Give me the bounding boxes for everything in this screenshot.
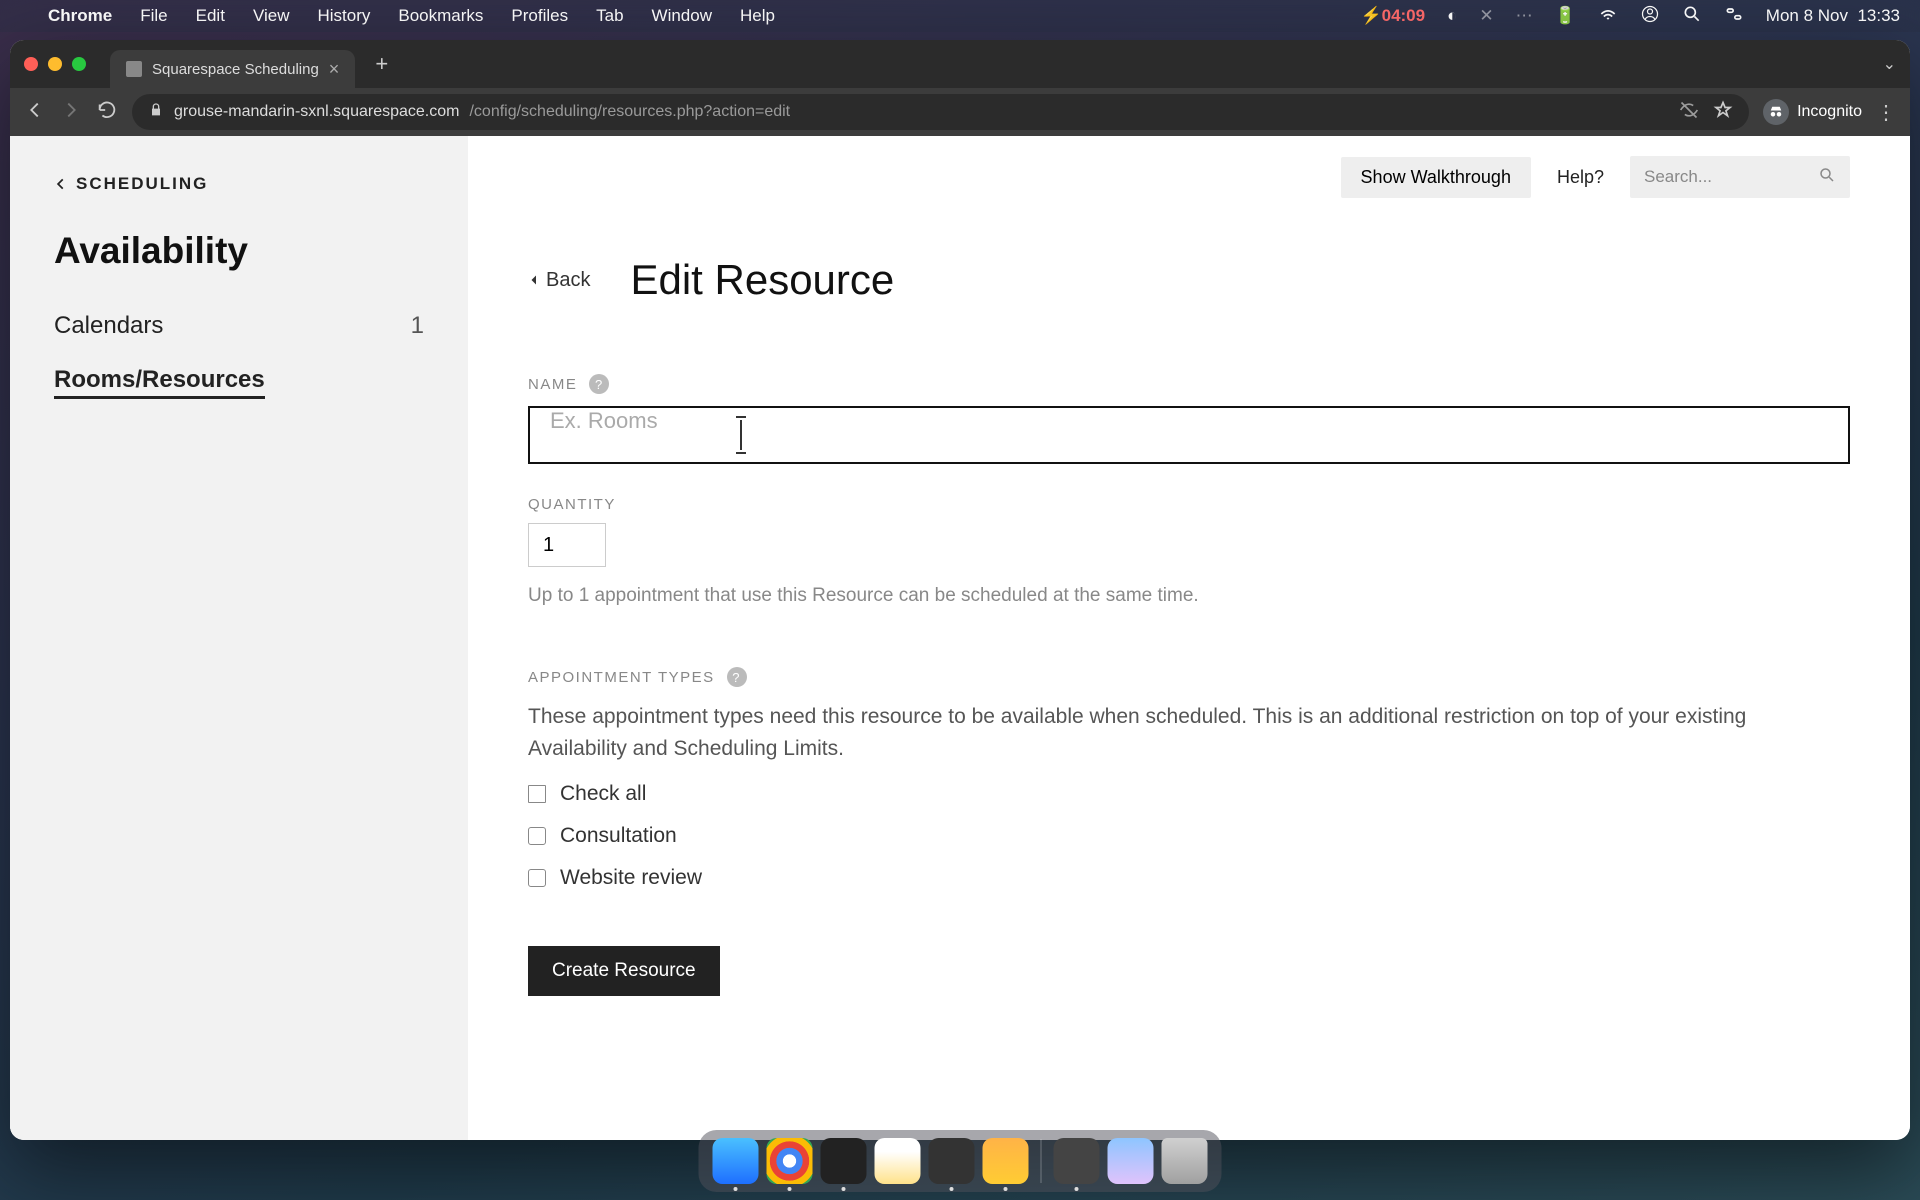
sidebar-item-rooms[interactable]: Rooms/Resources <box>54 366 424 399</box>
check-website-review[interactable]: Website review <box>528 866 1850 890</box>
menu-history[interactable]: History <box>317 6 370 26</box>
status-icon-2[interactable]: ✕ <box>1479 6 1493 26</box>
kebab-menu-icon[interactable]: ⋮ <box>1876 100 1896 125</box>
tabs-menu-icon[interactable]: ⌄ <box>1883 54 1896 74</box>
browser-toolbar: grouse-mandarin-sxnl.squarespace.com/con… <box>10 88 1910 136</box>
help-tooltip-icon[interactable]: ? <box>727 667 747 687</box>
dock-app-2[interactable] <box>1054 1138 1100 1184</box>
back-button[interactable]: Back <box>528 269 590 292</box>
text-cursor-icon <box>740 420 742 450</box>
dock-notes[interactable] <box>875 1138 921 1184</box>
sidebar-item-calendars[interactable]: Calendars 1 <box>54 312 424 340</box>
wifi-icon[interactable] <box>1598 4 1618 29</box>
menu-view[interactable]: View <box>253 6 290 26</box>
quantity-value: 1 <box>543 534 554 557</box>
menubar-date[interactable]: Mon 8 Nov 13:33 <box>1766 6 1900 26</box>
menubar-app[interactable]: Chrome <box>48 6 112 26</box>
incognito-icon <box>1763 99 1789 125</box>
browser-tab[interactable]: Squarespace Scheduling × <box>110 50 355 88</box>
menu-edit[interactable]: Edit <box>196 6 225 26</box>
dock-app-1[interactable] <box>983 1138 1029 1184</box>
address-bar[interactable]: grouse-mandarin-sxnl.squarespace.com/con… <box>132 94 1749 130</box>
appointment-types-label: APPOINTMENT TYPES <box>528 669 715 686</box>
breadcrumb-back[interactable]: SCHEDULING <box>54 174 424 194</box>
bookmark-star-icon[interactable] <box>1713 100 1733 125</box>
checkbox-icon <box>528 827 546 845</box>
url-path: /config/scheduling/resources.php?action=… <box>469 103 790 121</box>
quantity-hint: Up to 1 appointment that use this Resour… <box>528 585 1850 607</box>
macos-menubar: Chrome File Edit View History Bookmarks … <box>0 0 1920 32</box>
help-tooltip-icon[interactable]: ? <box>589 374 609 394</box>
chrome-window: Squarespace Scheduling × + ⌄ grouse-mand… <box>10 40 1910 1140</box>
search-input[interactable]: Search... <box>1630 156 1850 198</box>
window-close[interactable] <box>24 57 38 71</box>
name-label: NAME <box>528 376 577 393</box>
back-label: Back <box>546 269 590 292</box>
dock <box>699 1130 1222 1192</box>
help-link[interactable]: Help? <box>1557 167 1604 188</box>
main-content: Show Walkthrough Help? Search... Back Ed… <box>468 136 1910 1140</box>
search-placeholder: Search... <box>1644 167 1712 187</box>
sidebar: SCHEDULING Availability Calendars 1 Room… <box>10 136 468 1140</box>
url-host: grouse-mandarin-sxnl.squarespace.com <box>174 103 459 121</box>
show-walkthrough-button[interactable]: Show Walkthrough <box>1341 157 1531 198</box>
nav-back-icon[interactable] <box>24 99 46 126</box>
incognito-badge[interactable]: Incognito <box>1763 99 1862 125</box>
lock-icon <box>148 102 164 123</box>
dock-app-3[interactable] <box>1108 1138 1154 1184</box>
sidebar-item-count: 1 <box>411 312 424 340</box>
window-zoom[interactable] <box>72 57 86 71</box>
check-label: Website review <box>560 866 702 890</box>
new-tab-button[interactable]: + <box>367 51 396 77</box>
user-icon[interactable] <box>1640 4 1660 29</box>
chevron-left-icon <box>54 177 68 191</box>
window-minimize[interactable] <box>48 57 62 71</box>
timer-widget[interactable]: ⚡04:09 <box>1360 6 1425 26</box>
chevron-left-icon <box>528 274 540 286</box>
name-placeholder: Ex. Rooms <box>550 408 658 433</box>
check-consultation[interactable]: Consultation <box>528 824 1850 848</box>
dock-terminal[interactable] <box>821 1138 867 1184</box>
tab-title: Squarespace Scheduling <box>152 61 319 78</box>
page-title: Edit Resource <box>630 256 894 304</box>
checkbox-icon <box>528 785 546 803</box>
dock-finder[interactable] <box>713 1138 759 1184</box>
incognito-label: Incognito <box>1797 103 1862 121</box>
search-icon <box>1818 166 1836 189</box>
check-all[interactable]: Check all <box>528 782 1850 806</box>
status-icon-1[interactable]: ◐ <box>1447 6 1457 26</box>
sidebar-item-label: Rooms/Resources <box>54 366 265 399</box>
menu-window[interactable]: Window <box>652 6 712 26</box>
breadcrumb-label: SCHEDULING <box>76 174 208 194</box>
menu-file[interactable]: File <box>140 6 167 26</box>
create-resource-button[interactable]: Create Resource <box>528 946 720 996</box>
menu-tab[interactable]: Tab <box>596 6 623 26</box>
menu-bookmarks[interactable]: Bookmarks <box>398 6 483 26</box>
nav-forward-icon <box>60 99 82 126</box>
tracking-icon[interactable] <box>1679 100 1699 125</box>
menu-help[interactable]: Help <box>740 6 775 26</box>
tab-strip: Squarespace Scheduling × + ⌄ <box>10 40 1910 88</box>
dock-chrome[interactable] <box>767 1138 813 1184</box>
dock-trash[interactable] <box>1162 1138 1208 1184</box>
check-all-label: Check all <box>560 782 646 806</box>
name-input[interactable]: Ex. Rooms <box>528 406 1850 464</box>
quantity-label: QUANTITY <box>528 496 616 513</box>
check-label: Consultation <box>560 824 677 848</box>
favicon <box>126 61 142 77</box>
menu-profiles[interactable]: Profiles <box>511 6 568 26</box>
control-center-icon[interactable] <box>1724 4 1744 29</box>
tab-close-icon[interactable]: × <box>329 59 340 80</box>
checkbox-icon <box>528 869 546 887</box>
sidebar-item-label: Calendars <box>54 312 163 340</box>
quantity-input[interactable]: 1 <box>528 523 606 567</box>
status-icon-3[interactable]: ⋯ <box>1516 6 1533 26</box>
dock-iterm[interactable] <box>929 1138 975 1184</box>
sidebar-title: Availability <box>54 230 424 272</box>
battery-icon[interactable]: 🔋 <box>1555 6 1576 26</box>
spotlight-icon[interactable] <box>1682 4 1702 29</box>
reload-icon[interactable] <box>96 99 118 126</box>
appointment-types-description: These appointment types need this resour… <box>528 701 1808 764</box>
